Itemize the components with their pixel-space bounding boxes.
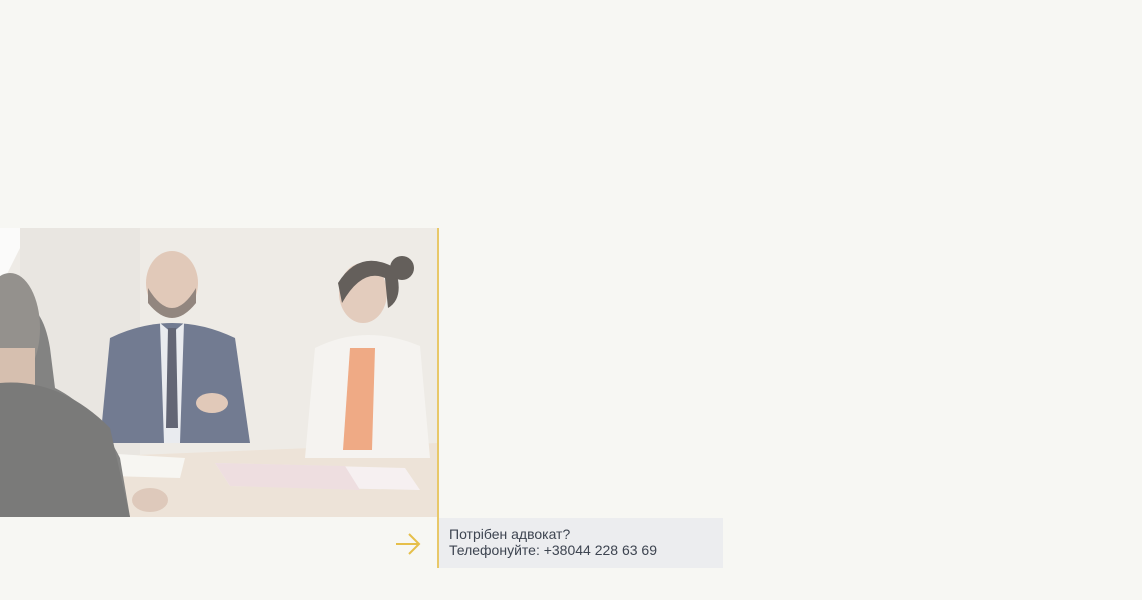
arrow-right-icon[interactable] bbox=[394, 531, 422, 557]
cta-phone[interactable]: Телефонуйте: +38044 228 63 69 bbox=[449, 542, 713, 558]
accent-divider bbox=[437, 228, 439, 568]
page: Потрібен адвокат? Телефонуйте: +38044 22… bbox=[0, 0, 1142, 600]
call-lawyer-box[interactable]: Потрібен адвокат? Телефонуйте: +38044 22… bbox=[439, 518, 723, 568]
lawyers-consultation-photo bbox=[0, 228, 437, 517]
cta-title: Потрібен адвокат? bbox=[449, 526, 571, 542]
